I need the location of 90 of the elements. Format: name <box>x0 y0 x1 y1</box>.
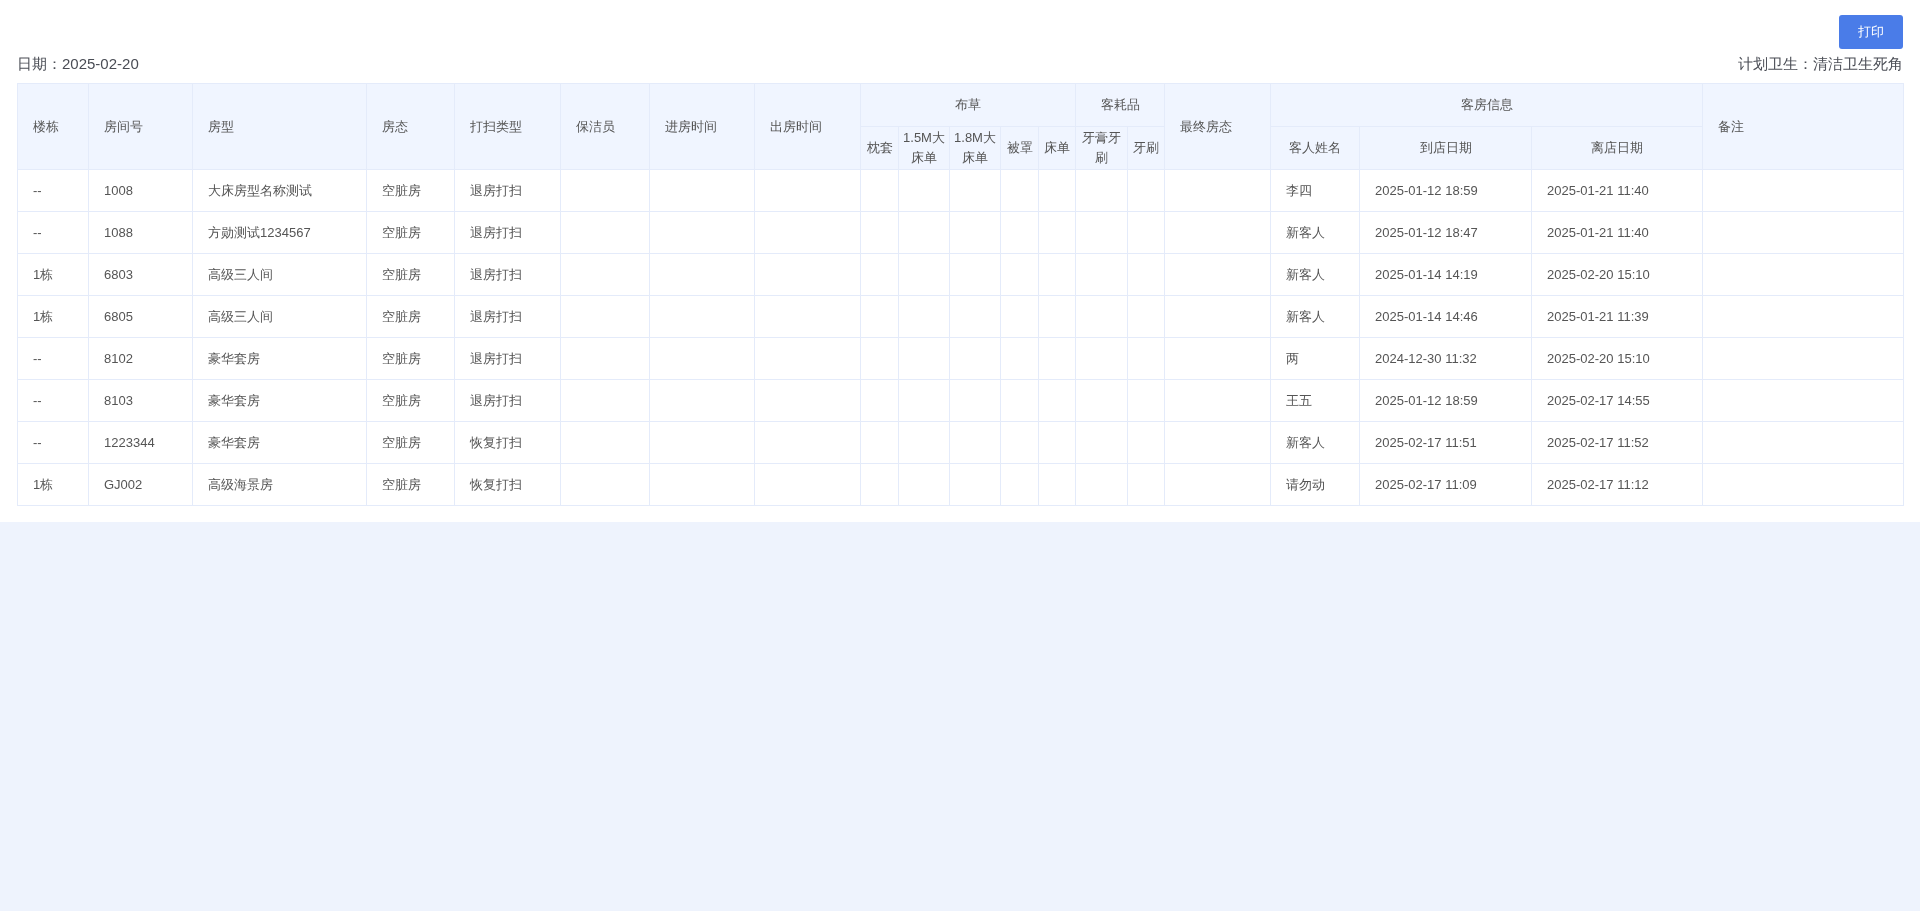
column-header: 进房时间 <box>649 83 755 170</box>
column-header: 被罩 <box>1000 126 1039 170</box>
table-cell: 新客人 <box>1270 295 1360 338</box>
table-cell: GJ002 <box>88 463 193 506</box>
date-label: 日期：2025-02-20 <box>17 54 139 74</box>
table-cell: -- <box>17 421 89 464</box>
table-cell: 8103 <box>88 379 193 422</box>
table-cell: 新客人 <box>1270 253 1360 296</box>
table-cell: 两 <box>1270 337 1360 380</box>
table-cell: -- <box>17 169 89 212</box>
column-header: 房态 <box>366 83 455 170</box>
table-cell: 2025-02-17 11:51 <box>1359 421 1532 464</box>
column-header: 客耗品 <box>1075 83 1165 127</box>
table-cell: 恢复打扫 <box>454 421 561 464</box>
table-cell: 豪华套房 <box>192 421 367 464</box>
table-cell: 2025-01-21 11:40 <box>1531 169 1703 212</box>
table-cell: 恢复打扫 <box>454 463 561 506</box>
table-cell: 6805 <box>88 295 193 338</box>
table-cell: 1栋 <box>17 463 89 506</box>
table-cell: 2024-12-30 11:32 <box>1359 337 1532 380</box>
plan-label: 计划卫生：清洁卫生死角 <box>1738 54 1903 74</box>
column-header: 离店日期 <box>1531 126 1703 170</box>
column-header: 到店日期 <box>1359 126 1532 170</box>
table-cell: 2025-02-17 14:55 <box>1531 379 1703 422</box>
column-header: 枕套 <box>860 126 899 170</box>
table-cell: 退房打扫 <box>454 337 561 380</box>
table-cell: 大床房型名称测试 <box>192 169 367 212</box>
column-header: 打扫类型 <box>454 83 561 170</box>
column-header: 客房信息 <box>1270 83 1703 127</box>
table-cell: 1008 <box>88 169 193 212</box>
column-header: 床单 <box>1038 126 1076 170</box>
table-cell: -- <box>17 379 89 422</box>
column-header: 出房时间 <box>754 83 861 170</box>
table-cell: 退房打扫 <box>454 379 561 422</box>
table-cell: 退房打扫 <box>454 253 561 296</box>
column-header: 保洁员 <box>560 83 650 170</box>
table-cell: 1栋 <box>17 295 89 338</box>
table-cell: 请勿动 <box>1270 463 1360 506</box>
print-button[interactable]: 打印 <box>1839 15 1903 49</box>
table-cell: 6803 <box>88 253 193 296</box>
column-header: 1.5M大床单 <box>898 126 950 170</box>
table-cell: 2025-01-12 18:59 <box>1359 169 1532 212</box>
table-cell: -- <box>17 337 89 380</box>
table-cell: 2025-01-12 18:59 <box>1359 379 1532 422</box>
table-cell: 空脏房 <box>366 379 455 422</box>
table-cell: 退房打扫 <box>454 295 561 338</box>
table-cell: 2025-02-20 15:10 <box>1531 337 1703 380</box>
table-cell: 2025-02-17 11:52 <box>1531 421 1703 464</box>
table-cell: 2025-01-12 18:47 <box>1359 211 1532 254</box>
table-cell: -- <box>17 211 89 254</box>
table-cell: 2025-01-14 14:46 <box>1359 295 1532 338</box>
table-cell: 2025-01-21 11:40 <box>1531 211 1703 254</box>
column-header: 房型 <box>192 83 367 170</box>
table-cell: 1栋 <box>17 253 89 296</box>
table-cell: 空脏房 <box>366 337 455 380</box>
table-cell: 退房打扫 <box>454 211 561 254</box>
table-cell: 空脏房 <box>366 295 455 338</box>
table-cell: 空脏房 <box>366 211 455 254</box>
table-cell: 8102 <box>88 337 193 380</box>
table-cell: 高级三人间 <box>192 295 367 338</box>
table-cell: 空脏房 <box>366 463 455 506</box>
column-header: 客人姓名 <box>1270 126 1360 170</box>
column-header: 备注 <box>1702 83 1904 170</box>
table-cell: 空脏房 <box>366 253 455 296</box>
table-cell: 王五 <box>1270 379 1360 422</box>
table-cell: 2025-01-14 14:19 <box>1359 253 1532 296</box>
table-cell: 豪华套房 <box>192 379 367 422</box>
column-header: 牙膏牙刷 <box>1075 126 1128 170</box>
table-cell: 新客人 <box>1270 421 1360 464</box>
column-header: 房间号 <box>88 83 193 170</box>
table-cell: 李四 <box>1270 169 1360 212</box>
table-cell: 2025-02-20 15:10 <box>1531 253 1703 296</box>
table-cell: 2025-02-17 11:09 <box>1359 463 1532 506</box>
column-header: 布草 <box>860 83 1076 127</box>
table-cell: 高级三人间 <box>192 253 367 296</box>
column-header: 牙刷 <box>1127 126 1165 170</box>
table-cell: 2025-02-17 11:12 <box>1531 463 1703 506</box>
table-cell: 空脏房 <box>366 421 455 464</box>
table-cell: 1088 <box>88 211 193 254</box>
column-header: 1.8M大床单 <box>949 126 1001 170</box>
column-header: 楼栋 <box>17 83 89 170</box>
table-cell: 方勋测试1234567 <box>192 211 367 254</box>
column-header: 最终房态 <box>1164 83 1271 170</box>
table-cell: 高级海景房 <box>192 463 367 506</box>
table-cell: 豪华套房 <box>192 337 367 380</box>
table-cell: 新客人 <box>1270 211 1360 254</box>
table-cell: 2025-01-21 11:39 <box>1531 295 1703 338</box>
table-cell: 1223344 <box>88 421 193 464</box>
table-cell: 退房打扫 <box>454 169 561 212</box>
table-cell: 空脏房 <box>366 169 455 212</box>
